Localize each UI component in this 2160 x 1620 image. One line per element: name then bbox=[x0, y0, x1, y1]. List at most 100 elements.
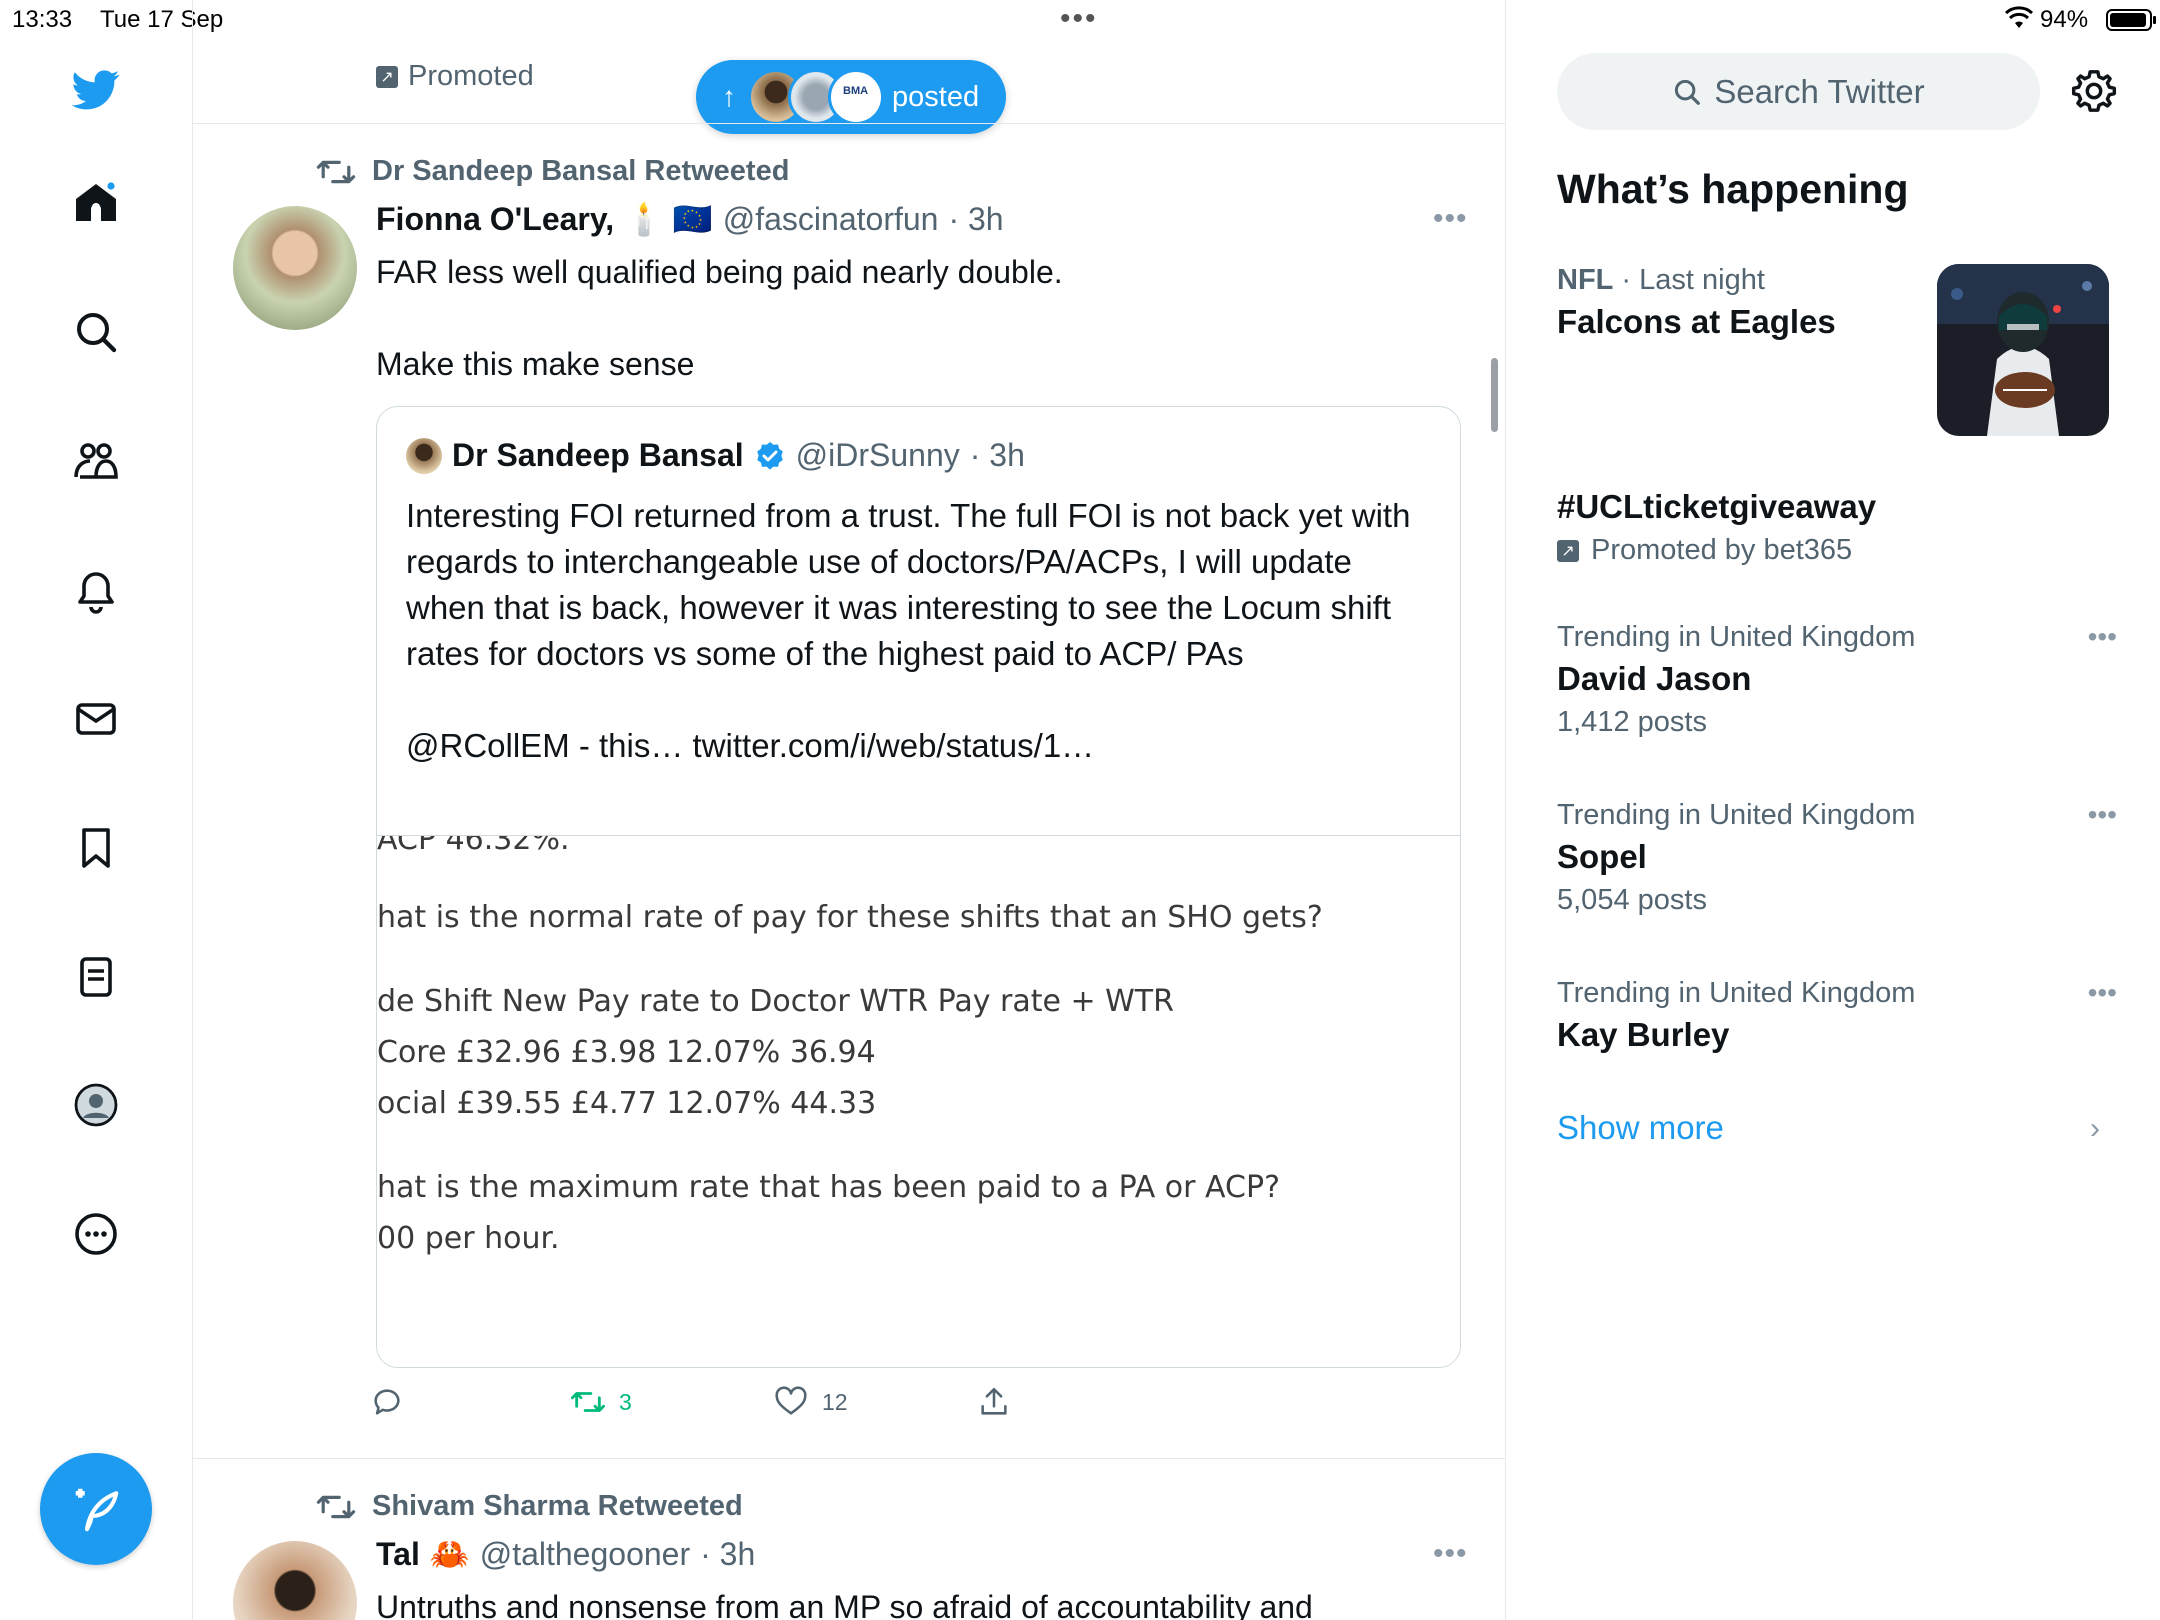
author-avatar[interactable] bbox=[233, 1541, 357, 1620]
chevron-right-icon[interactable]: › bbox=[2090, 1112, 2100, 1146]
retweet-context[interactable]: Dr Sandeep Bansal Retweeted bbox=[316, 155, 789, 188]
quote-text: Interesting FOI returned from a trust. T… bbox=[406, 497, 1411, 764]
quote-author-handle: @iDrSunny bbox=[795, 437, 960, 473]
settings-gear-icon[interactable] bbox=[2071, 68, 2117, 114]
tweet-header: Fionna O'Leary, 🕯️ 🇪🇺 @fascinatorfun · 3… bbox=[376, 200, 1004, 238]
author-emoji: 🦀 bbox=[429, 1536, 470, 1572]
trend-meta: NFL · Last night bbox=[1557, 264, 1765, 296]
communities-icon[interactable] bbox=[65, 430, 127, 492]
author-handle[interactable]: @talthegooner bbox=[480, 1536, 690, 1573]
verified-badge-icon bbox=[756, 441, 783, 470]
retweet-context[interactable]: Shivam Sharma Retweeted bbox=[316, 1490, 743, 1523]
image-text-line: Core £32.96 £3.98 12.07% 36.94 bbox=[377, 1035, 876, 1070]
trend-item[interactable]: NFL · Last night Falcons at Eagles bbox=[1557, 264, 1927, 341]
divider bbox=[193, 123, 1505, 124]
show-more-link[interactable]: Show more bbox=[1557, 1109, 1724, 1147]
messages-envelope-icon[interactable] bbox=[65, 688, 127, 750]
share-button[interactable] bbox=[977, 1385, 1025, 1419]
tweet-header: Tal 🦀 @talthegooner · 3h bbox=[376, 1535, 755, 1573]
author-handle[interactable]: @fascinatorfun bbox=[723, 201, 939, 238]
lists-icon[interactable] bbox=[65, 946, 127, 1008]
image-text-line: hat is the normal rate of pay for these … bbox=[377, 900, 1323, 935]
retweet-button[interactable]: 3 bbox=[571, 1385, 632, 1419]
sidebar-nav bbox=[0, 0, 193, 1620]
tweet-time[interactable]: · 3h bbox=[948, 201, 1003, 238]
timeline: ↗ Promoted ↑ BMA posted Dr Sandeep Bansa… bbox=[193, 0, 1506, 1620]
quote-time: · 3h bbox=[969, 437, 1025, 473]
image-text-line: hat is the maximum rate that has been pa… bbox=[377, 1170, 1280, 1205]
tweet-text: FAR less well qualified being paid nearl… bbox=[376, 254, 1063, 382]
notifications-bell-icon[interactable] bbox=[65, 559, 127, 621]
promoted-text: Promoted bbox=[408, 60, 534, 92]
promoted-arrow-icon: ↗ bbox=[376, 65, 398, 88]
home-icon[interactable] bbox=[65, 172, 127, 234]
promoted-arrow-icon: ↗ bbox=[1557, 539, 1579, 562]
author-name[interactable]: Tal bbox=[376, 1536, 420, 1573]
promoted-by: ↗ Promoted by bet365 bbox=[1557, 534, 2117, 567]
trend-more-icon[interactable]: ••• bbox=[2088, 977, 2117, 1009]
trend-meta: Trending in United Kingdom bbox=[1557, 799, 1916, 831]
right-sidebar: Search Twitter What’s happening NFL · La… bbox=[1506, 0, 2160, 1620]
trend-item[interactable]: Trending in United Kingdom Sopel 5,054 p… bbox=[1557, 799, 2117, 917]
quote-avatar bbox=[406, 437, 442, 474]
search-box[interactable]: Search Twitter bbox=[1557, 53, 2040, 130]
author-name[interactable]: Fionna O'Leary, bbox=[376, 201, 614, 238]
scrollbar-thumb[interactable] bbox=[1491, 358, 1498, 432]
image-text-line: ocial £39.55 £4.77 12.07% 44.33 bbox=[377, 1086, 877, 1121]
trend-item[interactable]: Trending in United Kingdom David Jason 1… bbox=[1557, 621, 2117, 739]
trend-title: Falcons at Eagles bbox=[1557, 303, 1836, 340]
retweet-count: 3 bbox=[619, 1388, 632, 1415]
app-root: 13:33 Tue 17 Sep ••• 94% ↗ Promoted ↑ BM… bbox=[0, 0, 2160, 1620]
retweeted-by-text: Shivam Sharma Retweeted bbox=[372, 1490, 743, 1522]
search-icon bbox=[1675, 79, 1701, 105]
author-emoji: 🕯️ 🇪🇺 bbox=[624, 201, 713, 237]
trend-count: 5,054 posts bbox=[1557, 884, 1707, 916]
image-text-line: de Shift New Pay rate to Doctor WTR Pay … bbox=[377, 984, 1174, 1019]
pill-avatars: BMA bbox=[748, 69, 884, 125]
trend-meta: Trending in United Kingdom bbox=[1557, 621, 1916, 653]
tweet-more-icon[interactable]: ••• bbox=[1433, 202, 1468, 236]
trend-item-promoted[interactable]: #UCLticketgiveaway ↗ Promoted by bet365 bbox=[1557, 488, 2117, 567]
divider bbox=[193, 1458, 1505, 1459]
retweeted-by-text: Dr Sandeep Bansal Retweeted bbox=[372, 155, 790, 187]
more-options-icon[interactable] bbox=[65, 1203, 127, 1265]
retweet-icon bbox=[316, 1495, 356, 1518]
trend-more-icon[interactable]: ••• bbox=[2088, 621, 2117, 653]
quoted-tweet[interactable]: Dr Sandeep Bansal @iDrSunny · 3h Interes… bbox=[376, 406, 1461, 1368]
tweet-time[interactable]: · 3h bbox=[700, 1536, 755, 1573]
tweet-more-icon[interactable]: ••• bbox=[1433, 1537, 1468, 1571]
like-count: 12 bbox=[822, 1388, 848, 1415]
bma-logo-avatar: BMA bbox=[828, 69, 884, 125]
like-button[interactable]: 12 bbox=[774, 1385, 848, 1419]
share-icon bbox=[981, 1387, 1007, 1415]
trend-title: #UCLticketgiveaway bbox=[1557, 488, 1877, 525]
quote-author-name: Dr Sandeep Bansal bbox=[452, 437, 744, 473]
trend-more-icon[interactable]: ••• bbox=[2088, 799, 2117, 831]
author-avatar[interactable] bbox=[233, 206, 357, 330]
compose-tweet-button[interactable] bbox=[40, 1453, 152, 1565]
twitter-bird-icon[interactable] bbox=[65, 58, 127, 120]
posted-pill-label: posted bbox=[892, 80, 980, 113]
search-placeholder: Search Twitter bbox=[1714, 72, 1925, 110]
image-text-line: ACP 46.32%. bbox=[377, 835, 570, 857]
quote-header: Dr Sandeep Bansal @iDrSunny · 3h bbox=[406, 437, 1025, 474]
trend-count: 1,412 posts bbox=[1557, 706, 1707, 738]
quote-image[interactable]: ACP 46.32%. hat is the normal rate of pa… bbox=[377, 835, 1460, 1367]
reply-icon bbox=[374, 1389, 400, 1415]
whats-happening-heading: What’s happening bbox=[1557, 166, 1909, 212]
heart-icon bbox=[775, 1386, 807, 1415]
trend-title: Sopel bbox=[1557, 838, 1647, 875]
trend-item[interactable]: Trending in United Kingdom Kay Burley ••… bbox=[1557, 977, 2117, 1054]
promoted-label: ↗ Promoted bbox=[376, 60, 534, 93]
image-text-line: 00 per hour. bbox=[377, 1221, 560, 1256]
trend-title: David Jason bbox=[1557, 660, 1752, 697]
trend-thumbnail[interactable] bbox=[1937, 264, 2109, 436]
tweet-text: Untruths and nonsense from an MP so afra… bbox=[376, 1589, 1313, 1620]
svg-text:BMA: BMA bbox=[843, 85, 868, 97]
retweet-icon bbox=[571, 1392, 605, 1412]
profile-avatar-icon[interactable] bbox=[65, 1074, 127, 1136]
search-icon[interactable] bbox=[65, 301, 127, 363]
retweet-icon bbox=[316, 160, 356, 183]
bookmark-icon[interactable] bbox=[65, 817, 127, 879]
reply-button[interactable] bbox=[370, 1385, 418, 1419]
